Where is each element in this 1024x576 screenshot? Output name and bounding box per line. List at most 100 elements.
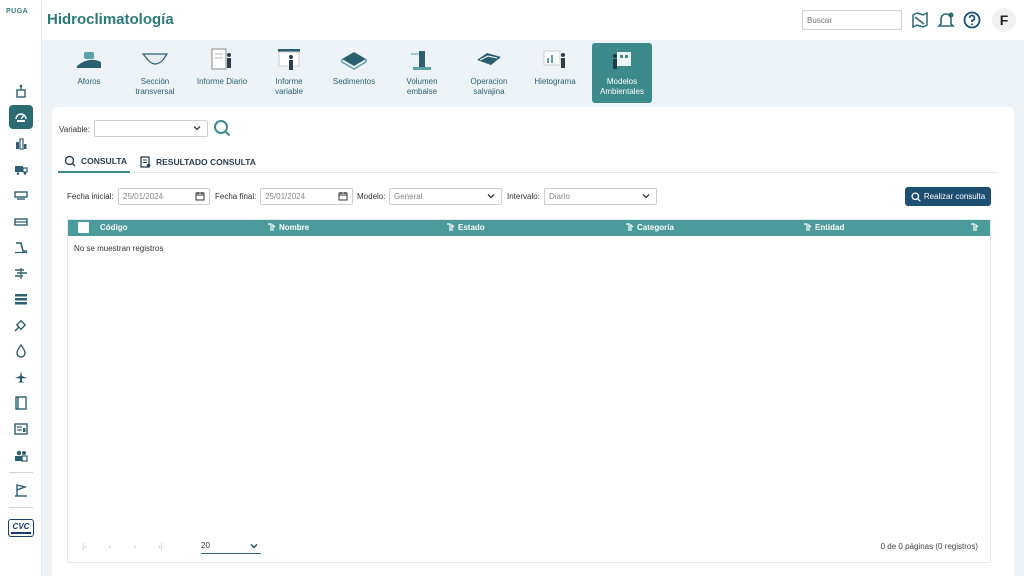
tool-label: Sedimentos [332, 77, 376, 86]
page-size-select[interactable]: 20 [201, 538, 261, 554]
sidebar-item-gauge[interactable] [0, 104, 42, 130]
presentation-icon [274, 46, 304, 74]
fecha-final-input[interactable]: 25/01/2024 [260, 188, 353, 205]
sidebar-item-flag[interactable] [0, 477, 42, 503]
sidebar-item-book[interactable] [0, 390, 42, 416]
sidebar-divider [9, 507, 33, 508]
tool-informe-variable[interactable]: Informe variable [264, 43, 314, 103]
tool-seccion-transversal[interactable]: Sección transversal [130, 43, 180, 103]
sidebar-item-wind[interactable] [0, 260, 42, 286]
plane-icon [15, 371, 27, 383]
tool-label: Volumen embalse [406, 77, 438, 96]
lighthouse-icon [407, 46, 437, 74]
last-page-icon[interactable]: ›| [158, 542, 163, 551]
sidebar-item-station[interactable] [0, 78, 42, 104]
column-codigo[interactable]: Código [100, 223, 128, 232]
sidebar-item-water[interactable] [0, 208, 42, 234]
tool-operacion-salvajina[interactable]: Operacion salvajina [460, 43, 518, 103]
sidebar-item-chart[interactable] [0, 130, 42, 156]
column-categoria[interactable]: Categoría [625, 223, 674, 232]
search-icon [214, 120, 231, 137]
cvc-logo: CVC [8, 519, 34, 537]
prev-page-icon[interactable]: ‹ [109, 542, 112, 551]
intervalo-select[interactable]: Diario [544, 188, 657, 205]
modelo-value: General [394, 192, 423, 201]
tool-modelos-ambientales[interactable]: Modelos Ambientales [592, 43, 652, 103]
chevron-down-icon [642, 194, 650, 199]
sediment-icon [339, 46, 369, 74]
water-icon [14, 218, 28, 226]
column-entidad[interactable]: Entidad [803, 223, 844, 232]
section-icon [140, 46, 170, 74]
bell-icon [937, 12, 955, 27]
column-label: Nombre [279, 223, 310, 232]
fecha-final-label: Fecha final: [215, 192, 257, 201]
sidebar-item-device[interactable] [0, 182, 42, 208]
fecha-inicial-label: Fecha inicial: [67, 192, 114, 201]
user-avatar[interactable]: F [992, 8, 1016, 32]
sidebar-item-dam[interactable] [0, 234, 42, 260]
pagination-controls: |‹ ‹ › ›| [82, 542, 163, 551]
filter-icon [971, 223, 979, 231]
cvc-logo-text: CVC [12, 521, 30, 531]
first-page-icon[interactable]: |‹ [82, 542, 87, 551]
column-estado[interactable]: Estado [446, 223, 485, 232]
station-icon [16, 84, 26, 98]
tool-label: Aforos [77, 77, 101, 86]
next-page-icon[interactable]: › [133, 542, 136, 551]
sidebar-item-plane[interactable] [0, 364, 42, 390]
tool-aforos[interactable]: Aforos [66, 43, 112, 103]
sidebar-item-layers[interactable] [0, 286, 42, 312]
variable-search-button[interactable] [213, 119, 231, 139]
results-table: Código Nombre Estado Categoría Entidad N… [67, 219, 991, 563]
sidebar-item-drop[interactable] [0, 338, 42, 364]
tool-label: Sección transversal [135, 77, 175, 96]
map-icon [912, 12, 928, 28]
help-button[interactable] [962, 10, 982, 30]
wind-icon [15, 268, 27, 279]
module-toolbar: Aforos Sección transversal Informe Diari… [42, 40, 1024, 106]
sidebar-icons [0, 78, 42, 512]
sidebar-item-satellite[interactable] [0, 312, 42, 338]
select-all-checkbox[interactable] [78, 222, 89, 233]
column-actions[interactable] [970, 223, 979, 232]
sidebar-item-truck[interactable] [0, 156, 42, 182]
tool-label: Hietograma [534, 77, 576, 86]
page-size-value: 20 [201, 541, 210, 550]
column-label: Código [100, 223, 128, 232]
models-icon [607, 46, 637, 74]
sidebar-item-people[interactable] [0, 442, 42, 468]
report-icon [14, 423, 28, 435]
search-input[interactable] [802, 10, 902, 30]
app-logo: PUGA [6, 8, 29, 15]
realizar-consulta-button[interactable]: Realizar consulta [905, 187, 991, 206]
fecha-inicial-input[interactable]: 25/01/2024 [118, 188, 210, 205]
device-icon [14, 191, 28, 200]
column-label: Estado [458, 223, 485, 232]
tab-consulta[interactable]: CONSULTA [58, 151, 130, 173]
tool-volumen-embalse[interactable]: Volumen embalse [394, 43, 450, 103]
filter-icon [804, 223, 812, 231]
notifications-button[interactable] [936, 10, 956, 30]
tool-hietograma[interactable]: Hietograma [528, 43, 582, 103]
tab-resultado-consulta[interactable]: RESULTADO CONSULTA [140, 151, 256, 173]
tool-informe-diario[interactable]: Informe Diario [192, 43, 252, 103]
calendar-icon [195, 192, 205, 201]
search-icon [64, 155, 76, 167]
modelo-select[interactable]: General [389, 188, 502, 205]
tool-label: Informe Diario [196, 77, 248, 86]
tab-label: CONSULTA [81, 156, 127, 166]
truck-icon [15, 166, 28, 175]
tool-label: Informe variable [274, 77, 303, 96]
map-button[interactable] [910, 10, 930, 30]
intervalo-label: Intervalo: [507, 192, 540, 201]
satellite-icon [14, 319, 27, 332]
main-panel: Variable: CONSULTA RESULTADO CONSULTA Fe… [52, 107, 1014, 576]
tool-sedimentos[interactable]: Sedimentos [326, 43, 382, 103]
flag-icon [15, 484, 28, 497]
variable-select[interactable] [94, 120, 208, 137]
column-nombre[interactable]: Nombre [267, 223, 309, 232]
table-header: Código Nombre Estado Categoría Entidad [68, 220, 990, 236]
fecha-inicial-value: 25/01/2024 [123, 192, 164, 201]
sidebar-item-report[interactable] [0, 416, 42, 442]
